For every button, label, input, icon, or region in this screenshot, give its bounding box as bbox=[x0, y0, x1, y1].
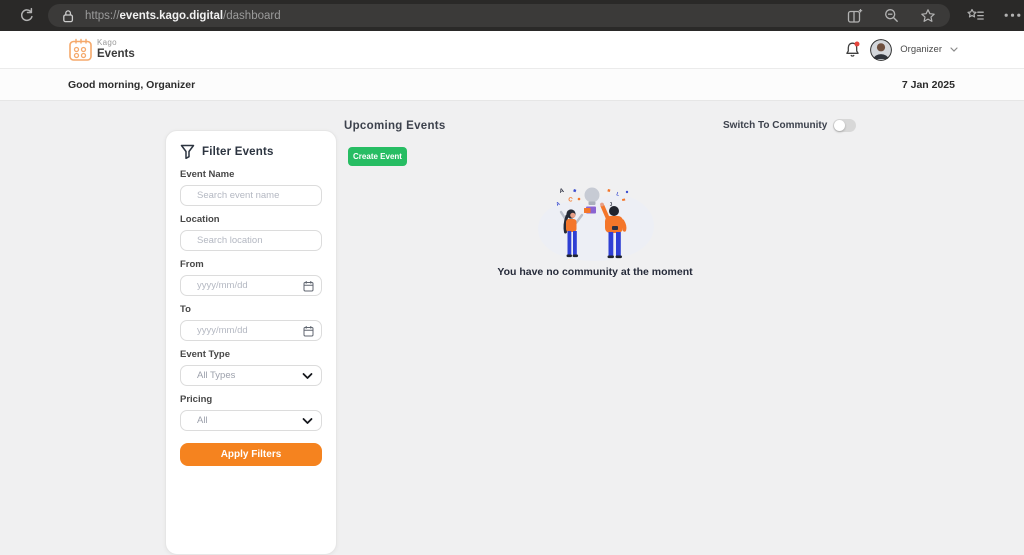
community-toggle[interactable] bbox=[833, 119, 856, 132]
pricing-select[interactable]: All bbox=[180, 410, 322, 431]
filter-panel: Filter Events Event Name Location From T… bbox=[165, 130, 337, 555]
from-date-label: From bbox=[180, 259, 322, 270]
chevron-down-icon bbox=[302, 417, 313, 424]
pricing-label: Pricing bbox=[180, 394, 322, 405]
create-event-button[interactable]: Create Event bbox=[348, 147, 407, 166]
logo-text-kago: Kago bbox=[97, 39, 135, 47]
url-path: /dashboard bbox=[223, 10, 281, 22]
to-date-input[interactable] bbox=[180, 320, 322, 341]
event-name-label: Event Name bbox=[180, 169, 322, 180]
chevron-down-icon bbox=[302, 372, 313, 379]
filter-panel-title: Filter Events bbox=[202, 146, 274, 158]
split-screen-icon[interactable] bbox=[847, 8, 863, 24]
switch-to-community-label: Switch To Community bbox=[723, 120, 827, 131]
filter-funnel-icon bbox=[180, 144, 195, 159]
greeting-bar: Good morning, Organizer 7 Jan 2025 bbox=[0, 69, 1024, 101]
favorite-star-icon[interactable] bbox=[920, 8, 936, 24]
pricing-value: All bbox=[197, 415, 208, 426]
apply-filters-button[interactable]: Apply Filters bbox=[180, 443, 322, 466]
lock-icon[interactable] bbox=[62, 9, 74, 23]
empty-state-message: You have no community at the moment bbox=[475, 266, 715, 278]
app-header: Kago Events Organizer bbox=[0, 31, 1024, 69]
event-type-select[interactable]: All Types bbox=[180, 365, 322, 386]
reload-icon[interactable] bbox=[18, 7, 35, 24]
logo-text-events: Events bbox=[97, 48, 135, 60]
calendar-logo-icon bbox=[68, 37, 95, 63]
event-name-input[interactable] bbox=[180, 185, 322, 206]
url-text: https://events.kago.digital/dashboard bbox=[85, 10, 281, 22]
address-bar[interactable]: https://events.kago.digital/dashboard bbox=[48, 4, 950, 27]
toggle-knob bbox=[834, 120, 845, 131]
user-name: Organizer bbox=[900, 44, 942, 55]
url-domain: events.kago.digital bbox=[120, 10, 224, 22]
calendar-icon[interactable] bbox=[303, 280, 314, 292]
favorites-list-icon[interactable] bbox=[967, 8, 985, 23]
chevron-down-icon bbox=[950, 47, 958, 52]
kago-events-logo[interactable]: Kago Events bbox=[68, 37, 135, 63]
svg-text:A: A bbox=[559, 188, 565, 195]
event-type-value: All Types bbox=[197, 370, 235, 381]
url-scheme: https:// bbox=[85, 10, 120, 22]
event-type-label: Event Type bbox=[180, 349, 322, 360]
avatar bbox=[870, 39, 892, 61]
calendar-icon[interactable] bbox=[303, 325, 314, 337]
user-menu[interactable]: Organizer bbox=[870, 39, 958, 61]
to-date-label: To bbox=[180, 304, 322, 315]
zoom-out-icon[interactable] bbox=[884, 8, 899, 23]
greeting-message: Good morning, Organizer bbox=[68, 79, 195, 91]
notification-bell-icon[interactable] bbox=[845, 41, 860, 58]
screen: https://events.kago.digital/dashboard bbox=[0, 0, 1024, 543]
browser-menu-icon[interactable] bbox=[1004, 13, 1021, 18]
page-title: Upcoming Events bbox=[344, 120, 446, 132]
browser-toolbar: https://events.kago.digital/dashboard bbox=[0, 0, 1024, 31]
location-input[interactable] bbox=[180, 230, 322, 251]
empty-community-illustration: A C A L J bbox=[524, 179, 666, 267]
current-date: 7 Jan 2025 bbox=[902, 79, 955, 91]
community-switch-row: Switch To Community bbox=[723, 119, 856, 132]
from-date-input[interactable] bbox=[180, 275, 322, 296]
location-label: Location bbox=[180, 214, 322, 225]
